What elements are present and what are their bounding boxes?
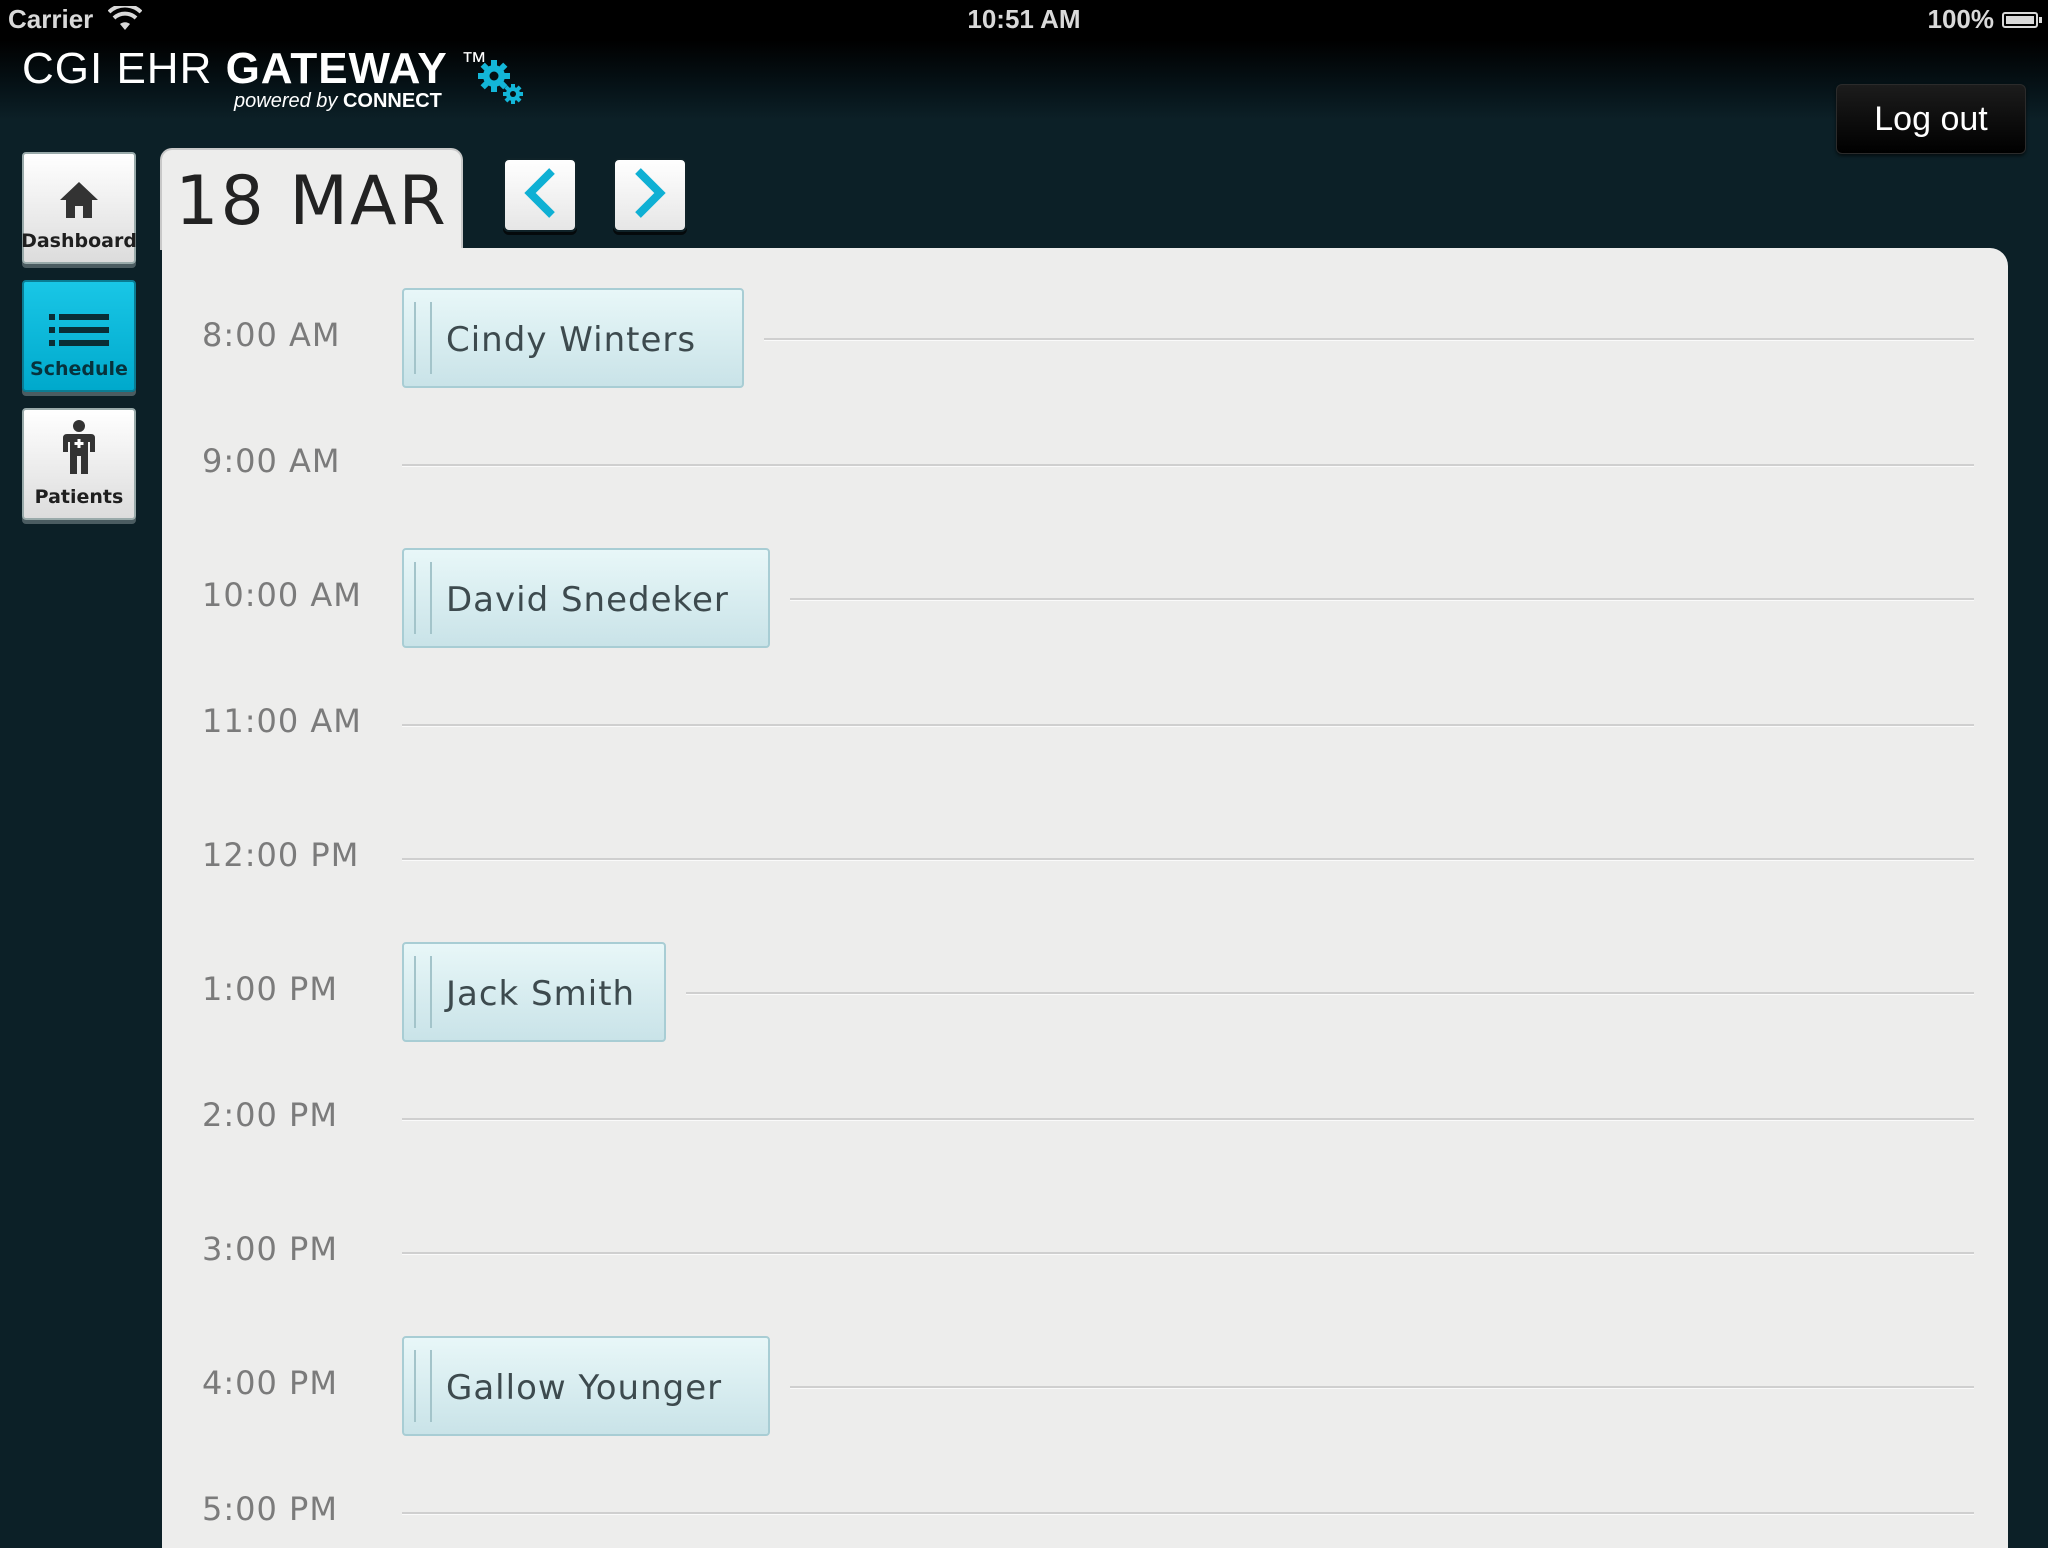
gear-icon[interactable] (474, 56, 524, 106)
hour-divider (402, 724, 1974, 727)
chevron-left-icon (520, 167, 560, 223)
nav-patients-button[interactable]: Patients (22, 408, 136, 520)
nav-dashboard-button[interactable]: Dashboard (21, 152, 137, 264)
appointment-patient-name: Gallow Younger (446, 1368, 723, 1408)
previous-day-button[interactable] (503, 158, 577, 232)
nav-schedule-button[interactable]: Schedule (22, 280, 136, 392)
next-day-button[interactable] (613, 158, 687, 232)
patient-icon (61, 420, 97, 480)
drag-handle (414, 302, 432, 374)
hour-divider (764, 338, 1974, 341)
logo-text-light: CGI EHR (22, 44, 226, 93)
battery-icon (2002, 12, 2042, 28)
drag-handle (414, 956, 432, 1028)
schedule-panel: 8:00 AM Cindy Winters 9:00 AM 10:00 AM D… (162, 248, 2008, 1548)
clock: 10:51 AM (967, 4, 1081, 34)
status-bar: Carrier 10:51 AM 100% (0, 0, 2048, 40)
time-label: 1:00 PM (202, 970, 338, 1008)
hour-divider (402, 1252, 1974, 1255)
drag-handle (414, 562, 432, 634)
hour-divider (790, 598, 1974, 601)
appointment-card[interactable]: Gallow Younger (402, 1336, 770, 1436)
tagline-connect: CONNECT (342, 90, 442, 112)
time-label: 12:00 PM (202, 836, 360, 874)
appointment-card[interactable]: Cindy Winters (402, 288, 744, 388)
hour-divider (402, 464, 1974, 467)
appointment-patient-name: David Snedeker (446, 580, 729, 620)
app-header: CGI EHR GATEWAY ™ powered by CONNECT Log… (0, 40, 2048, 154)
hour-divider (686, 992, 1974, 995)
nav-dashboard-label: Dashboard (21, 230, 137, 252)
tagline-powered-by: powered by (234, 90, 343, 112)
time-label: 3:00 PM (202, 1230, 338, 1268)
hour-divider (402, 1512, 1974, 1515)
hour-divider (790, 1386, 1974, 1389)
logo-tagline: powered by CONNECT (234, 90, 442, 113)
time-label: 2:00 PM (202, 1096, 338, 1134)
hour-divider (402, 1118, 1974, 1121)
logout-button[interactable]: Log out (1836, 84, 2026, 154)
time-label: 10:00 AM (202, 576, 362, 614)
appointment-patient-name: Cindy Winters (446, 320, 697, 360)
appointment-card[interactable]: Jack Smith (402, 942, 666, 1042)
logo-text-bold: GATEWAY (225, 44, 448, 93)
time-label: 4:00 PM (202, 1364, 338, 1402)
home-icon (58, 180, 100, 224)
chevron-right-icon (630, 167, 670, 223)
app-logo: CGI EHR GATEWAY ™ powered by CONNECT (22, 44, 488, 112)
time-label: 8:00 AM (202, 316, 341, 354)
appointment-card[interactable]: David Snedeker (402, 548, 770, 648)
drag-handle (414, 1350, 432, 1422)
current-date: 18 MAR (175, 162, 448, 241)
nav-patients-label: Patients (34, 486, 124, 508)
battery-percent: 100% (1927, 4, 1995, 34)
time-label: 5:00 PM (202, 1490, 338, 1528)
appointment-patient-name: Jack Smith (446, 974, 636, 1014)
time-label: 9:00 AM (202, 442, 341, 480)
time-label: 11:00 AM (202, 702, 362, 740)
hour-divider (402, 858, 1974, 861)
nav-schedule-label: Schedule (30, 358, 128, 380)
date-tab: 18 MAR (160, 148, 463, 250)
list-icon (49, 312, 109, 352)
